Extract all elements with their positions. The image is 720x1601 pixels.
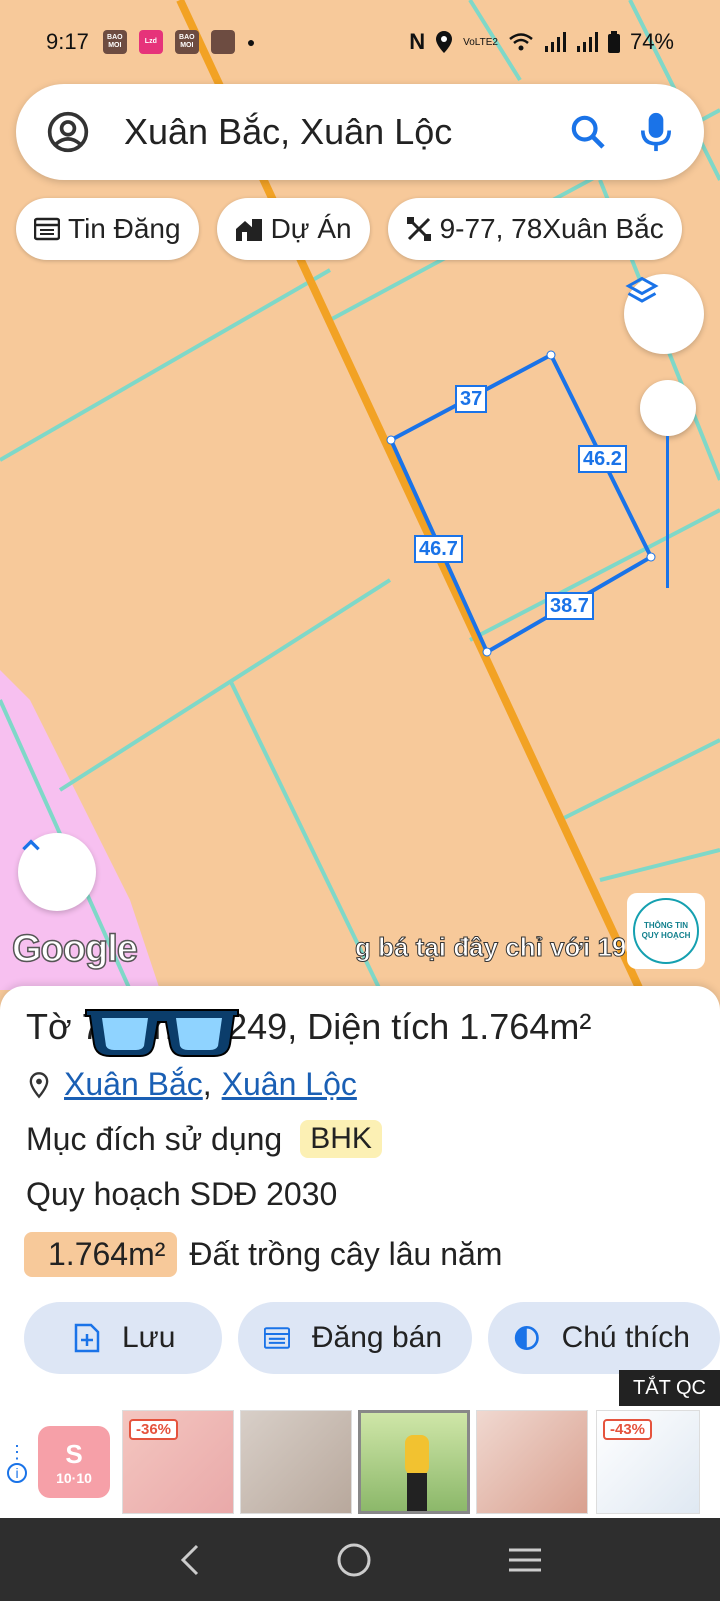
chip-listings[interactable]: Tin Đăng: [16, 198, 199, 260]
listing-icon: [34, 217, 60, 241]
discount-badge-2: -43%: [603, 1419, 653, 1440]
legend-button-label: Chú thích: [561, 1321, 690, 1354]
baomoi-app-icon-2: BAO MOI: [174, 30, 199, 54]
parcel-vertices: [386, 350, 656, 657]
chip-projects-label: Dự Án: [270, 213, 352, 244]
ad-product-1[interactable]: -36%: [122, 1410, 234, 1514]
search-input[interactable]: Xuân Bắc, Xuân Lộc: [124, 111, 568, 153]
chip-parcel-label: 9-77, 78Xuân Bắc: [439, 213, 664, 244]
planning-info-badge: THÔNG TIN QUY HOẠCH: [633, 898, 699, 964]
search-bar[interactable]: Xuân Bắc, Xuân Lộc: [16, 84, 704, 180]
dimension-label-right: 46.2: [578, 445, 627, 473]
ad-product-5[interactable]: -43%: [596, 1410, 700, 1514]
legend-button[interactable]: Chú thích: [488, 1302, 720, 1374]
post-sale-button[interactable]: Đăng bán: [238, 1302, 472, 1374]
chip-listings-label: Tin Đăng: [68, 213, 181, 244]
opacity-slider-track[interactable]: [666, 436, 669, 588]
parcel-info-sheet: Tờ 79 Thửa 249, Diện tích 1.764m² Xuân B…: [0, 986, 720, 1406]
system-nav-bar: [0, 1518, 720, 1601]
area-row: 1.764m² Đất trồng cây lâu năm: [24, 1232, 502, 1277]
ad-info-icon[interactable]: ⋮ i: [4, 1442, 30, 1483]
status-right-cluster: N VoLTE2 74%: [409, 29, 674, 55]
search-icon[interactable]: [568, 112, 608, 152]
status-app-label-3: BAO MOI: [179, 34, 195, 49]
ad-product-4[interactable]: [476, 1410, 588, 1514]
land-use-purpose: Mục đích sử dụng BHK: [26, 1120, 382, 1158]
status-app-label-2: Lzd: [144, 38, 157, 45]
promo-ticker[interactable]: g bá tại đây chỉ với 19k: [355, 932, 625, 963]
account-icon[interactable]: [46, 110, 90, 154]
notification-dot-icon: ●: [246, 34, 256, 50]
ad-logo-text: 10·10: [56, 1469, 92, 1486]
post-sale-button-label: Đăng bán: [311, 1321, 442, 1354]
post-icon: [264, 1327, 290, 1349]
expand-sheet-button[interactable]: [18, 833, 96, 911]
status-time: 9:17: [46, 29, 89, 54]
area-badge: 1.764m²: [24, 1232, 178, 1277]
product-figure: [405, 1435, 429, 1475]
dimension-label-left: 46.7: [414, 535, 463, 563]
battery-percent: 74%: [629, 29, 674, 54]
nfc-icon: N: [409, 29, 426, 54]
status-bar: 9:17 BAO MOI Lzd BAO MOI ● N VoLTE2 74%: [0, 0, 720, 84]
save-button-label: Lưu: [122, 1321, 176, 1354]
planning-label: Quy hoạch SDĐ 2030: [26, 1176, 338, 1212]
close-ad-button[interactable]: TẮT QC: [619, 1370, 720, 1406]
purpose-label: Mục đích sử dụng: [26, 1120, 283, 1157]
recents-icon[interactable]: [505, 1544, 545, 1576]
chip-parcel[interactable]: 9-77, 78Xuân Bắc: [387, 198, 682, 260]
sunglasses-sticker: [85, 1009, 239, 1057]
status-app-label-1: BAO MOI: [107, 34, 123, 49]
building-icon: [235, 219, 262, 241]
back-icon[interactable]: [175, 1542, 203, 1578]
save-button[interactable]: Lưu: [24, 1302, 222, 1374]
discount-badge-1: -36%: [129, 1419, 179, 1440]
district-link[interactable]: Xuân Lộc: [222, 1066, 357, 1103]
parcel-location: Xuân Bắc , Xuân Lộc: [28, 1066, 357, 1103]
opacity-slider-handle[interactable]: [640, 380, 696, 436]
dimension-label-bottom: 38.7: [545, 592, 594, 620]
ad-product-3[interactable]: [358, 1410, 470, 1514]
chip-projects[interactable]: Dự Án: [216, 198, 370, 260]
layers-button[interactable]: [624, 274, 704, 354]
battery-icon: [607, 31, 620, 53]
action-buttons: Lưu Đăng bán Chú thích: [24, 1302, 720, 1374]
shopee-logo: S 10·10: [38, 1426, 110, 1498]
signal-icon-2: [576, 32, 598, 52]
lazada-app-icon: Lzd: [138, 30, 163, 54]
volte-label: VoLTE2: [463, 36, 498, 48]
wifi-icon: [509, 33, 533, 51]
save-icon: [74, 1323, 100, 1353]
ad-product-2[interactable]: [240, 1410, 352, 1514]
layers-icon: [625, 276, 659, 303]
location-pin-icon: [29, 1071, 49, 1098]
product-figure-skirt: [407, 1473, 427, 1511]
microphone-icon[interactable]: [638, 110, 674, 154]
signal-icon-1: [544, 32, 566, 52]
dimension-label-top: 37: [455, 385, 488, 413]
planning-info-button[interactable]: THÔNG TIN QUY HOẠCH: [627, 893, 705, 969]
google-logo: Google: [11, 927, 138, 971]
parcel-icon: [406, 217, 431, 241]
filter-chips: Tin Đăng Dự Án 9-77, 78Xuân Bắc: [16, 198, 682, 260]
selected-parcel-outline[interactable]: [388, 352, 654, 655]
planning-info-line2: QUY HOẠCH: [641, 931, 691, 940]
shopping-bag-icon: [210, 30, 235, 54]
land-type-label: Đất trồng cây lâu năm: [189, 1236, 503, 1272]
legend-icon: [514, 1326, 539, 1350]
chevron-up-icon: [22, 839, 40, 851]
baomoi-app-icon: BAO MOI: [102, 30, 127, 54]
planning-info-line1: THÔNG TIN: [644, 921, 688, 930]
location-separator: ,: [202, 1066, 212, 1102]
purpose-code-badge: BHK: [300, 1120, 382, 1158]
home-icon[interactable]: [334, 1540, 374, 1580]
location-pin-icon: [436, 31, 453, 53]
commune-link[interactable]: Xuân Bắc: [64, 1066, 203, 1103]
